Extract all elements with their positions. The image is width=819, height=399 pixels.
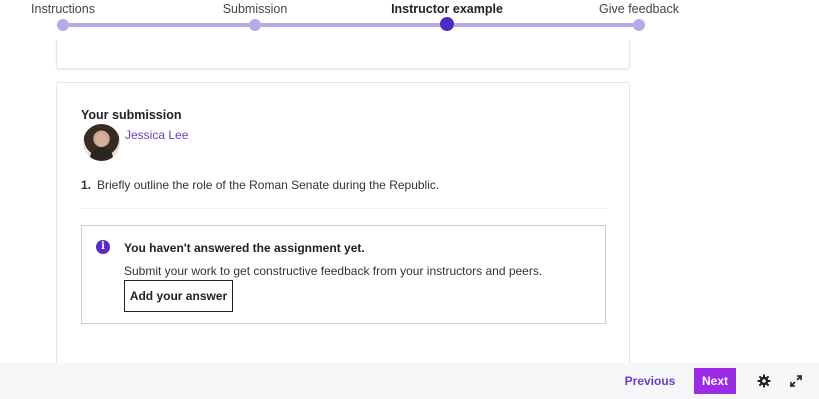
student-name-link[interactable]: Jessica Lee	[125, 128, 188, 142]
previous-button[interactable]: Previous	[620, 368, 680, 394]
submission-heading: Your submission	[81, 108, 182, 122]
step-submission-label[interactable]: Submission	[223, 2, 288, 16]
question-number: 1.	[81, 178, 92, 192]
next-button[interactable]: Next	[694, 368, 736, 394]
not-answered-notice: i You haven't answered the assignment ye…	[81, 225, 606, 324]
avatar-body	[90, 148, 113, 161]
step-instructions-label[interactable]: Instructions	[31, 2, 95, 16]
step-instructions-dot[interactable]	[57, 19, 69, 31]
fullscreen-button[interactable]	[788, 373, 804, 389]
notice-title: You haven't answered the assignment yet.	[124, 241, 365, 255]
question: 1. Briefly outline the role of the Roman …	[81, 178, 439, 192]
settings-button[interactable]	[756, 373, 772, 389]
add-answer-button[interactable]: Add your answer	[124, 280, 233, 312]
step-submission-dot[interactable]	[249, 19, 261, 31]
avatar	[83, 124, 120, 161]
avatar-face	[96, 133, 107, 146]
stepper-track	[62, 23, 639, 27]
step-instructor-example-label[interactable]: Instructor example	[391, 2, 503, 16]
previous-card-bottom	[56, 40, 630, 69]
gear-icon	[757, 374, 771, 388]
expand-icon	[790, 375, 802, 387]
step-give-feedback-dot[interactable]	[633, 19, 645, 31]
step-give-feedback-label[interactable]: Give feedback	[599, 2, 679, 16]
footer-bar: Previous Next	[0, 363, 819, 399]
submission-card: Your submission Jessica Lee 1. Briefly ou…	[56, 82, 630, 382]
progress-stepper: Instructions Submission Instructor examp…	[0, 0, 819, 40]
notice-text: Submit your work to get constructive fee…	[124, 264, 543, 278]
info-icon: i	[96, 240, 110, 254]
divider	[81, 208, 607, 209]
step-instructor-example-dot[interactable]	[440, 17, 454, 31]
question-text: Briefly outline the role of the Roman Se…	[97, 178, 440, 192]
